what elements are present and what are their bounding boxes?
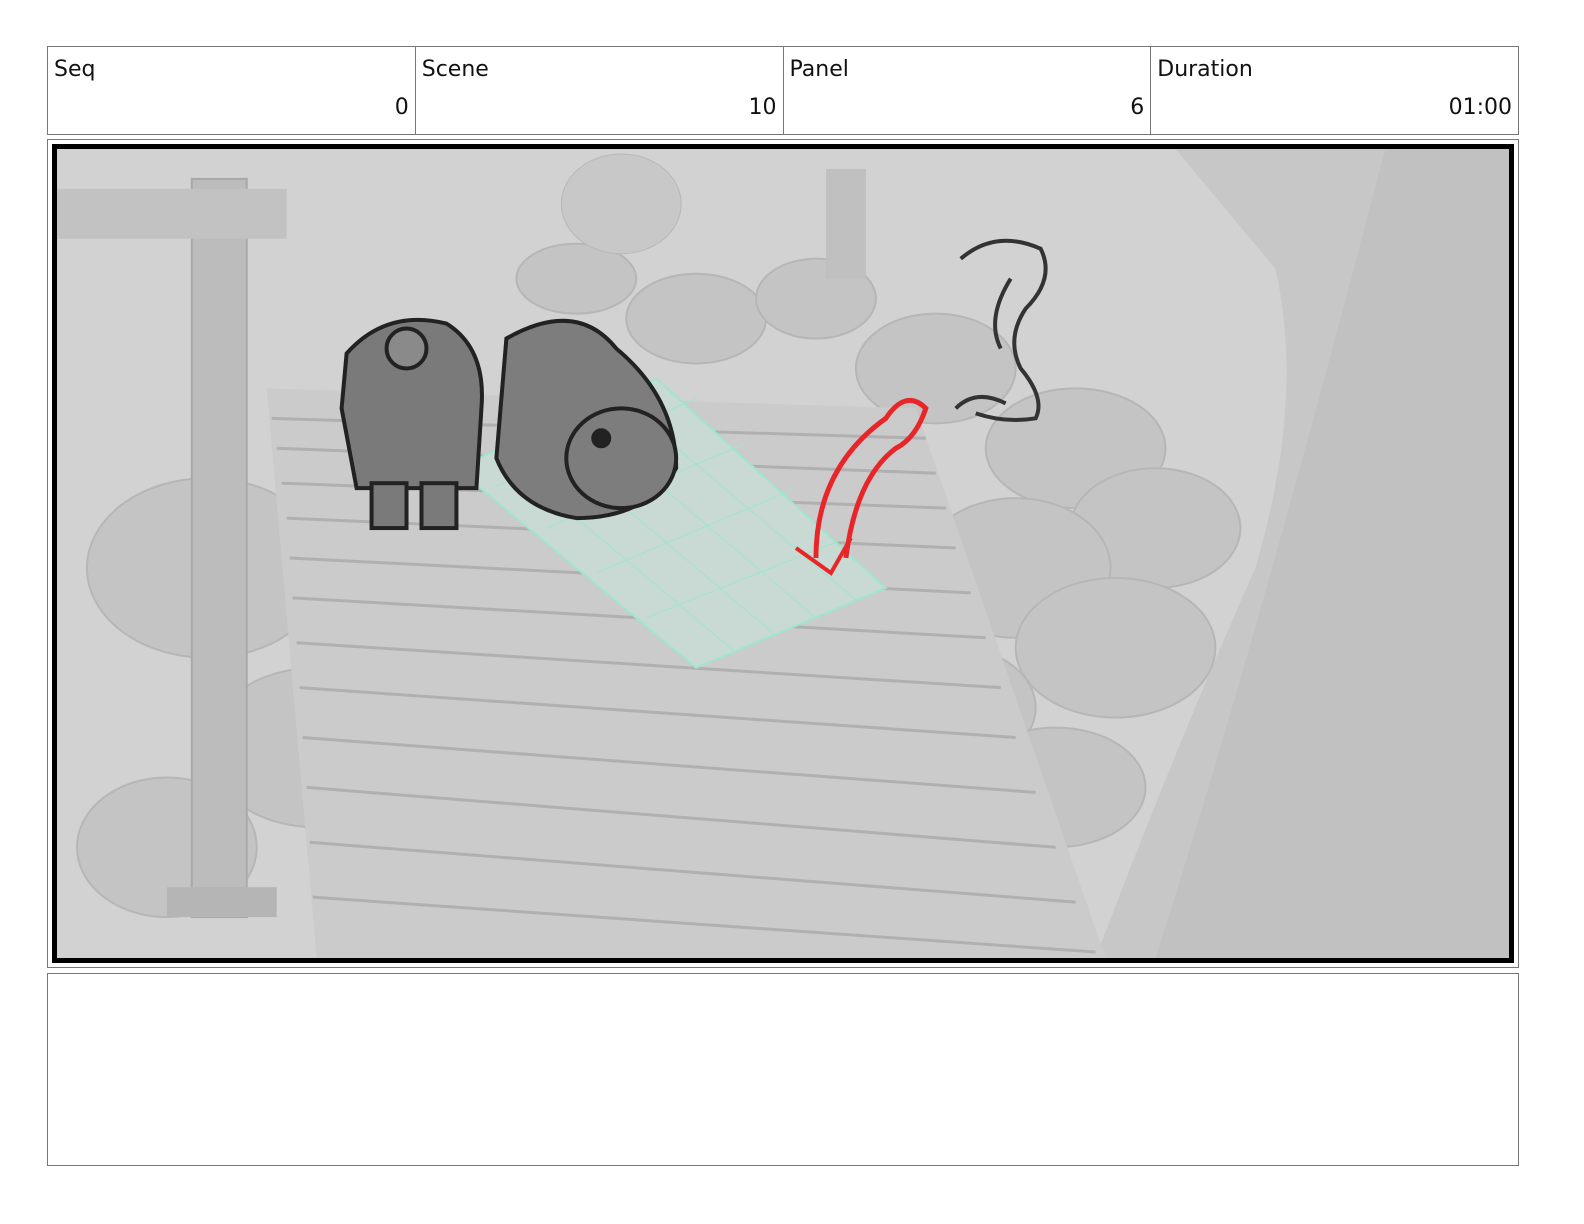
duration-value: 01:00	[1448, 95, 1512, 120]
duration-cell: Duration 01:00	[1151, 47, 1518, 134]
storyboard-panel-frame	[47, 139, 1519, 968]
storyboard-scene-image	[57, 149, 1509, 958]
panel-info-header: Seq 0 Scene 10 Panel 6 Duration 01:00	[47, 46, 1519, 135]
duration-label: Duration	[1157, 57, 1253, 82]
scene-value: 10	[748, 95, 777, 120]
seq-label: Seq	[54, 57, 96, 82]
panel-label: Panel	[789, 57, 849, 82]
scene-cell: Scene 10	[416, 47, 784, 134]
panel-notes-box	[47, 973, 1519, 1166]
storyboard-panel-image	[52, 144, 1514, 963]
scene-label: Scene	[421, 57, 489, 82]
panel-cell: Panel 6	[784, 47, 1152, 134]
panel-value: 6	[1130, 95, 1145, 120]
seq-cell: Seq 0	[48, 47, 416, 134]
seq-value: 0	[394, 95, 409, 120]
